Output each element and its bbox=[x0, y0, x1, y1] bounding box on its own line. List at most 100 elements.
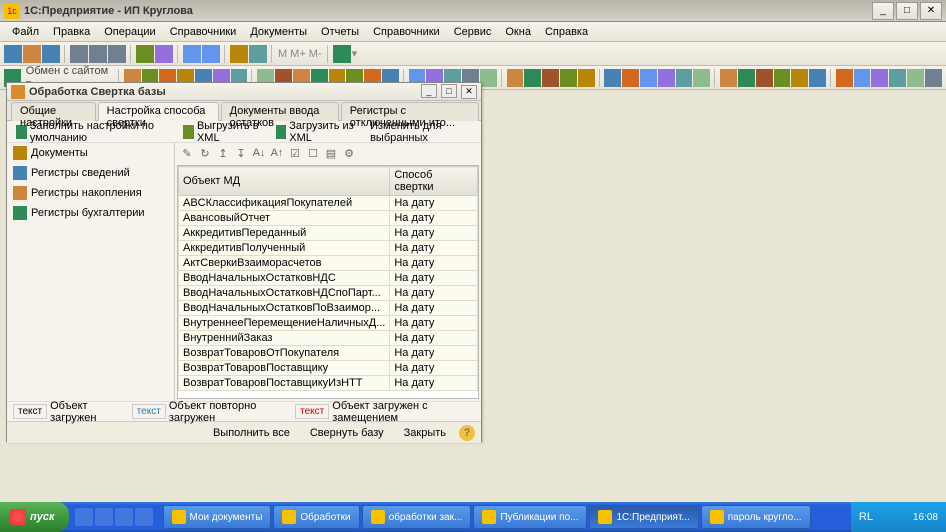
table-row[interactable]: ВозвратТоваровОтПокупателяНа дату bbox=[179, 346, 478, 361]
taskbar-task[interactable]: Обработки bbox=[273, 505, 359, 529]
tab-docs[interactable]: Документы ввода остатков bbox=[221, 102, 339, 121]
help-icon[interactable]: ? bbox=[459, 425, 475, 441]
ql-4[interactable] bbox=[135, 508, 153, 526]
t2-39[interactable] bbox=[854, 69, 871, 87]
calendar-icon[interactable] bbox=[249, 45, 267, 63]
col-object[interactable]: Объект МД bbox=[179, 167, 390, 196]
t2-21[interactable] bbox=[507, 69, 524, 87]
t2-31[interactable] bbox=[693, 69, 710, 87]
save-icon[interactable] bbox=[42, 45, 60, 63]
table-row[interactable]: АвансовыйОтчетНа дату bbox=[179, 211, 478, 226]
open-icon[interactable] bbox=[23, 45, 41, 63]
table-row[interactable]: ВводНачальныхОстатковНДСпоПарт...На дату bbox=[179, 286, 478, 301]
t2-24[interactable] bbox=[560, 69, 577, 87]
menu-help[interactable]: Справка bbox=[539, 24, 594, 40]
sort-asc-icon[interactable]: A↓ bbox=[251, 145, 267, 161]
clock[interactable]: 16:08 bbox=[913, 512, 938, 523]
settings-icon[interactable]: ⚙ bbox=[341, 145, 357, 161]
lang-indicator[interactable]: RL bbox=[859, 511, 873, 523]
t2-23[interactable] bbox=[542, 69, 559, 87]
tab-registers[interactable]: Регистры с отключенными ито... bbox=[341, 102, 479, 121]
taskbar-task[interactable]: 1С:Предприят... bbox=[589, 505, 698, 529]
start-button[interactable]: пуск bbox=[0, 502, 69, 532]
t2-38[interactable] bbox=[836, 69, 853, 87]
collapse-db-button[interactable]: Свернуть базу bbox=[303, 424, 391, 442]
taskbar-task[interactable]: Публикации по... bbox=[473, 505, 587, 529]
t2-35[interactable] bbox=[774, 69, 791, 87]
ql-2[interactable] bbox=[95, 508, 113, 526]
sidebar-item-documents[interactable]: Документы bbox=[7, 143, 174, 163]
copy-icon[interactable] bbox=[89, 45, 107, 63]
paste-icon[interactable] bbox=[108, 45, 126, 63]
child-close-button[interactable]: ✕ bbox=[461, 85, 477, 99]
t2-32[interactable] bbox=[720, 69, 737, 87]
mminus-icon[interactable]: M- bbox=[308, 45, 323, 63]
movedown-icon[interactable]: ↧ bbox=[233, 145, 249, 161]
moveup-icon[interactable]: ↥ bbox=[215, 145, 231, 161]
t2-33[interactable] bbox=[738, 69, 755, 87]
cut-icon[interactable] bbox=[70, 45, 88, 63]
sort-desc-icon[interactable]: A↑ bbox=[269, 145, 285, 161]
undo-icon[interactable] bbox=[183, 45, 201, 63]
close-button[interactable]: ✕ bbox=[920, 2, 942, 20]
run-all-button[interactable]: Выполнить все bbox=[206, 424, 297, 442]
uncheckall-icon[interactable]: ☐ bbox=[305, 145, 321, 161]
t2-22[interactable] bbox=[524, 69, 541, 87]
child-minimize-button[interactable]: _ bbox=[421, 84, 437, 98]
t2-29[interactable] bbox=[658, 69, 675, 87]
checkall-icon[interactable]: ☑ bbox=[287, 145, 303, 161]
col-mode[interactable]: Способ свертки bbox=[390, 167, 478, 196]
ql-3[interactable] bbox=[115, 508, 133, 526]
taskbar-task[interactable]: обработки зак... bbox=[362, 505, 472, 529]
redo-icon[interactable] bbox=[202, 45, 220, 63]
table-row[interactable]: АктСверкиВзаиморасчетовНа дату bbox=[179, 256, 478, 271]
t2-43[interactable] bbox=[925, 69, 942, 87]
filter-icon[interactable]: ▤ bbox=[323, 145, 339, 161]
menu-catalogs[interactable]: Справочники bbox=[164, 24, 243, 40]
tool-icon[interactable] bbox=[333, 45, 351, 63]
t2-37[interactable] bbox=[809, 69, 826, 87]
menu-operations[interactable]: Операции bbox=[98, 24, 161, 40]
table-row[interactable]: ВозвратТоваровПоставщикуНа дату bbox=[179, 361, 478, 376]
menu-edit[interactable]: Правка bbox=[47, 24, 96, 40]
taskbar-task[interactable]: пароль кругло... bbox=[701, 505, 811, 529]
child-maximize-button[interactable]: □ bbox=[441, 84, 457, 98]
mplus-icon[interactable]: M+ bbox=[289, 45, 307, 63]
ql-1[interactable] bbox=[75, 508, 93, 526]
t2-40[interactable] bbox=[871, 69, 888, 87]
menu-reports[interactable]: Отчеты bbox=[315, 24, 365, 40]
tab-method[interactable]: Настройка способа свертки bbox=[98, 102, 219, 121]
maximize-button[interactable]: □ bbox=[896, 2, 918, 20]
table-row[interactable]: ВозвратТоваровПоставщикуИзНТТНа дату bbox=[179, 376, 478, 391]
tray-icon-1[interactable] bbox=[877, 510, 891, 524]
import-xml-button[interactable]: Загрузить из XML bbox=[273, 119, 362, 145]
find-icon[interactable] bbox=[155, 45, 173, 63]
t2-42[interactable] bbox=[907, 69, 924, 87]
minimize-button[interactable]: _ bbox=[872, 2, 894, 20]
grid[interactable]: Объект МД Способ свертки ABCКлассификаци… bbox=[177, 165, 479, 399]
t2-25[interactable] bbox=[578, 69, 595, 87]
edit-icon[interactable]: ✎ bbox=[179, 145, 195, 161]
table-row[interactable]: ВнутреннийЗаказНа дату bbox=[179, 331, 478, 346]
sidebar-item-accum-registers[interactable]: Регистры накопления bbox=[7, 183, 174, 203]
table-row[interactable]: ВводНачальныхОстатковНДСНа дату bbox=[179, 271, 478, 286]
table-row[interactable]: АккредитивПереданныйНа дату bbox=[179, 226, 478, 241]
print-icon[interactable] bbox=[136, 45, 154, 63]
sidebar-item-info-registers[interactable]: Регистры сведений bbox=[7, 163, 174, 183]
t2-34[interactable] bbox=[756, 69, 773, 87]
tray-icon-2[interactable] bbox=[895, 510, 909, 524]
t2-28[interactable] bbox=[640, 69, 657, 87]
t2-36[interactable] bbox=[791, 69, 808, 87]
table-row[interactable]: ABCКлассификацияПокупателейНа дату bbox=[179, 196, 478, 211]
table-row[interactable]: ВводНачальныхОстатковПоВзаимор...На дату bbox=[179, 301, 478, 316]
t2-41[interactable] bbox=[889, 69, 906, 87]
menu-documents[interactable]: Документы bbox=[244, 24, 313, 40]
t2-20[interactable] bbox=[480, 69, 497, 87]
tab-general[interactable]: Общие настройки bbox=[11, 102, 96, 121]
t2-26[interactable] bbox=[604, 69, 621, 87]
table-row[interactable]: ВнутреннееПеремещениеНаличныхД...На дату bbox=[179, 316, 478, 331]
menu-windows[interactable]: Окна bbox=[499, 24, 537, 40]
m-icon[interactable]: M bbox=[277, 45, 288, 63]
t2-30[interactable] bbox=[676, 69, 693, 87]
menu-service[interactable]: Сервис bbox=[448, 24, 498, 40]
